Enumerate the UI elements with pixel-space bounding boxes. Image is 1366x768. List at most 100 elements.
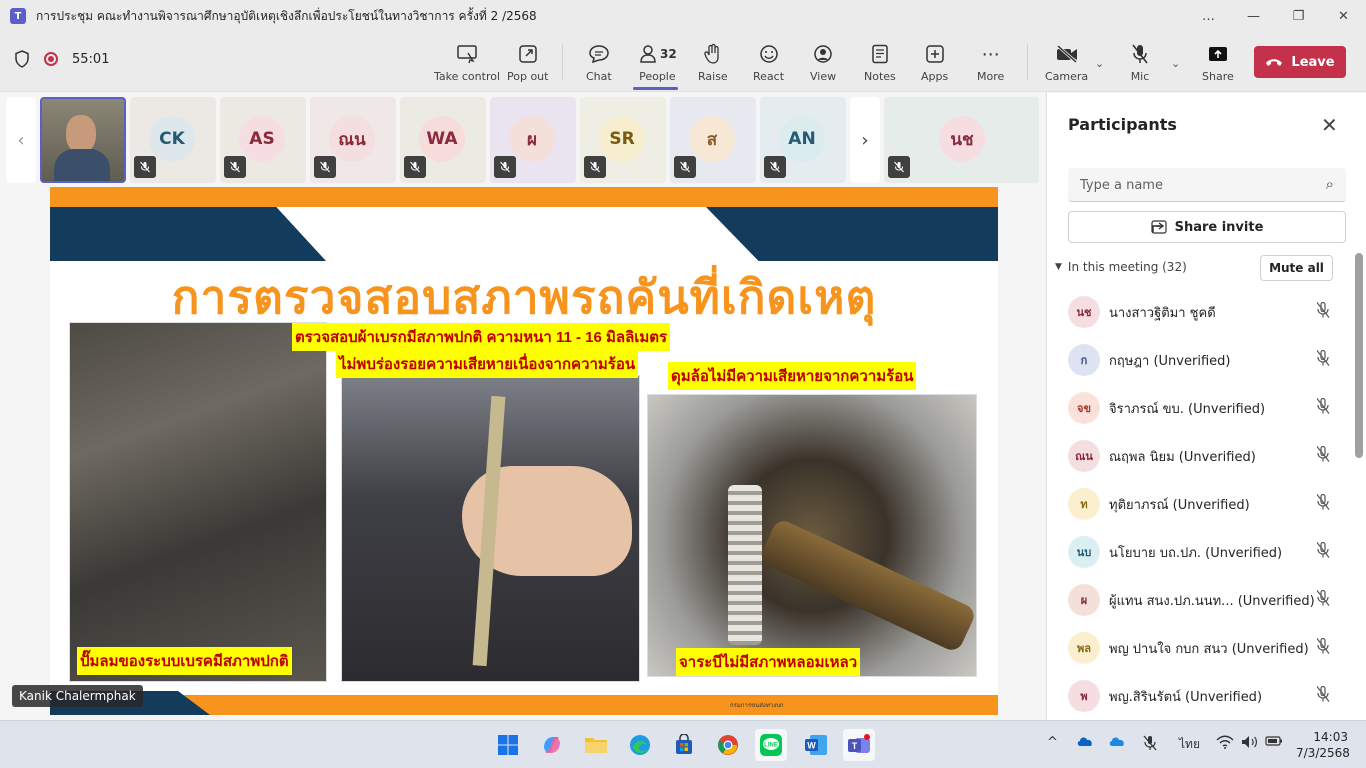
search-input[interactable] <box>1068 168 1308 202</box>
participant-tile[interactable]: SR <box>580 97 666 183</box>
notes-button[interactable]: Notes <box>864 42 896 83</box>
participant-row[interactable]: นช นางสาวฐิติมา ชูคดี <box>1047 288 1353 336</box>
mute-all-button[interactable]: Mute all <box>1260 255 1333 281</box>
pop-out-icon <box>518 42 538 66</box>
participant-name: ทุติยาภรณ์ (Unverified) <box>1109 497 1250 513</box>
share-invite-button[interactable]: Share invite <box>1068 211 1346 243</box>
teams-icon[interactable]: T <box>843 729 875 761</box>
line-app-icon[interactable]: LINE <box>755 729 787 761</box>
participant-tile[interactable]: ผ <box>490 97 576 183</box>
mic-muted-icon[interactable] <box>1315 301 1331 323</box>
mic-muted-icon[interactable] <box>1315 685 1331 707</box>
mic-button[interactable]: Mic <box>1130 42 1150 83</box>
more-dots-icon: ⋯ <box>981 43 1000 65</box>
participant-name: พญ ปานใจ กบก สนว (Unverified) <box>1109 641 1309 657</box>
self-face <box>66 115 96 153</box>
panel-scrollbar[interactable] <box>1355 253 1363 458</box>
leave-button[interactable]: Leave <box>1254 46 1346 78</box>
chat-button[interactable]: Chat <box>586 42 612 83</box>
close-window-icon[interactable]: ✕ <box>1321 0 1366 32</box>
pop-out-label: Pop out <box>507 70 549 83</box>
participant-tile[interactable]: WA <box>400 97 486 183</box>
participant-row[interactable]: ก กฤษฎา (Unverified) <box>1047 336 1353 384</box>
mic-muted-icon[interactable] <box>1315 637 1331 659</box>
camera-options-chevron-icon[interactable]: ⌄ <box>1095 57 1104 70</box>
participant-tile[interactable]: CK <box>130 97 216 183</box>
phone-hangup-icon <box>1266 59 1283 66</box>
participant-name: นางสาวฐิติมา ชูคดี <box>1109 305 1216 321</box>
view-button[interactable]: View <box>810 42 836 83</box>
search-icon[interactable]: ⌕ <box>1326 175 1334 193</box>
mic-muted-icon[interactable] <box>1315 349 1331 371</box>
share-tray-icon <box>1207 42 1229 66</box>
input-language[interactable]: ไทย <box>1179 735 1200 754</box>
participant-tile[interactable]: ณน <box>310 97 396 183</box>
start-windows-icon[interactable] <box>492 729 524 761</box>
copilot-icon[interactable] <box>536 729 568 761</box>
participant-row[interactable]: ณน ณฤพล นิยม (Unverified) <box>1047 432 1353 480</box>
slide-bottom-orange-band <box>180 695 998 715</box>
take-control-button[interactable]: Take control <box>434 42 500 83</box>
mic-muted-tray-icon[interactable] <box>1142 735 1158 755</box>
maximize-icon[interactable]: ❐ <box>1276 0 1321 32</box>
wifi-icon[interactable] <box>1216 735 1234 753</box>
participant-tile[interactable]: ส <box>670 97 756 183</box>
minimize-icon[interactable]: — <box>1231 0 1276 32</box>
mic-muted-icon[interactable] <box>1315 493 1331 515</box>
pop-out-button[interactable]: Pop out <box>507 42 548 83</box>
more-options-icon[interactable]: … <box>1186 0 1231 32</box>
notes-icon <box>871 42 889 66</box>
mic-muted-icon <box>314 156 336 178</box>
share-invite-icon <box>1150 220 1167 234</box>
in-meeting-label: In this meeting (32) <box>1067 260 1187 274</box>
avatar-initials: SR <box>599 116 645 162</box>
onedrive-cloud-icon[interactable] <box>1076 735 1094 751</box>
participant-row[interactable]: ผ ผู้แทน สนง.ปภ.นนท... (Unverified) <box>1047 576 1353 624</box>
participant-tile[interactable]: AS <box>220 97 306 183</box>
volume-icon[interactable] <box>1241 735 1259 753</box>
spring-image <box>728 485 762 645</box>
in-meeting-section-toggle[interactable]: ▼ In this meeting (32) <box>1055 260 1187 274</box>
clock-date: 7/3/2568 <box>1296 746 1350 760</box>
onedrive-personal-cloud-icon[interactable] <box>1108 735 1126 751</box>
mic-options-chevron-icon[interactable]: ⌄ <box>1171 57 1180 70</box>
battery-icon[interactable] <box>1265 735 1283 751</box>
edge-browser-icon[interactable] <box>624 729 656 761</box>
mic-muted-icon <box>134 156 156 178</box>
taskbar-clock[interactable]: 14:03 7/3/2568 <box>1296 729 1350 761</box>
participant-row[interactable]: พล พญ ปานใจ กบก สนว (Unverified) <box>1047 624 1353 672</box>
participant-avatar: นบ <box>1068 536 1100 568</box>
raise-hand-button[interactable]: Raise <box>698 42 728 83</box>
share-button[interactable]: Share <box>1202 42 1234 83</box>
caption-no-heat-damage: ไม่พบร่องรอยความเสียหายเนื่องจากความร้อน <box>336 350 639 378</box>
chrome-icon[interactable] <box>712 729 744 761</box>
more-button[interactable]: ⋯ More <box>977 42 1004 84</box>
caption-brake-pump: ปั๊มลมของระบบเบรคมีสภาพปกติ <box>77 647 292 675</box>
people-tab-indicator <box>633 87 678 90</box>
avatar-initials: AN <box>779 116 825 162</box>
gallery-prev-chevron-icon[interactable]: ‹ <box>6 97 36 183</box>
react-button[interactable]: React <box>753 42 784 83</box>
microsoft-store-icon[interactable] <box>668 729 700 761</box>
participant-row[interactable]: นบ นโยบาย บถ.ปภ. (Unverified) <box>1047 528 1353 576</box>
close-icon[interactable]: ✕ <box>1321 113 1338 137</box>
mic-muted-icon[interactable] <box>1315 541 1331 563</box>
participant-row[interactable]: ท ทุติยาภรณ์ (Unverified) <box>1047 480 1353 528</box>
react-label: React <box>753 70 785 83</box>
gallery-next-chevron-icon[interactable]: › <box>850 97 880 183</box>
word-icon[interactable]: W <box>800 729 832 761</box>
participant-tile[interactable]: AN <box>760 97 846 183</box>
file-explorer-icon[interactable] <box>580 729 612 761</box>
camera-button[interactable]: Camera <box>1045 42 1088 83</box>
mic-muted-icon[interactable] <box>1315 445 1331 467</box>
show-hidden-icons-chevron-up-icon[interactable]: ^ <box>1047 735 1058 750</box>
self-video-tile[interactable] <box>40 97 126 183</box>
participant-row[interactable]: จข จิราภรณ์ ขบ. (Unverified) <box>1047 384 1353 432</box>
apps-button[interactable]: Apps <box>921 42 948 83</box>
mic-muted-icon[interactable] <box>1315 397 1331 419</box>
participant-tile[interactable]: นช <box>884 97 1039 183</box>
mic-muted-icon[interactable] <box>1315 589 1331 611</box>
participant-row[interactable]: พ พญ.สิรินรัตน์ (Unverified) <box>1047 672 1353 720</box>
people-button[interactable]: 32 People <box>638 42 677 83</box>
participant-avatar: ก <box>1068 344 1100 376</box>
